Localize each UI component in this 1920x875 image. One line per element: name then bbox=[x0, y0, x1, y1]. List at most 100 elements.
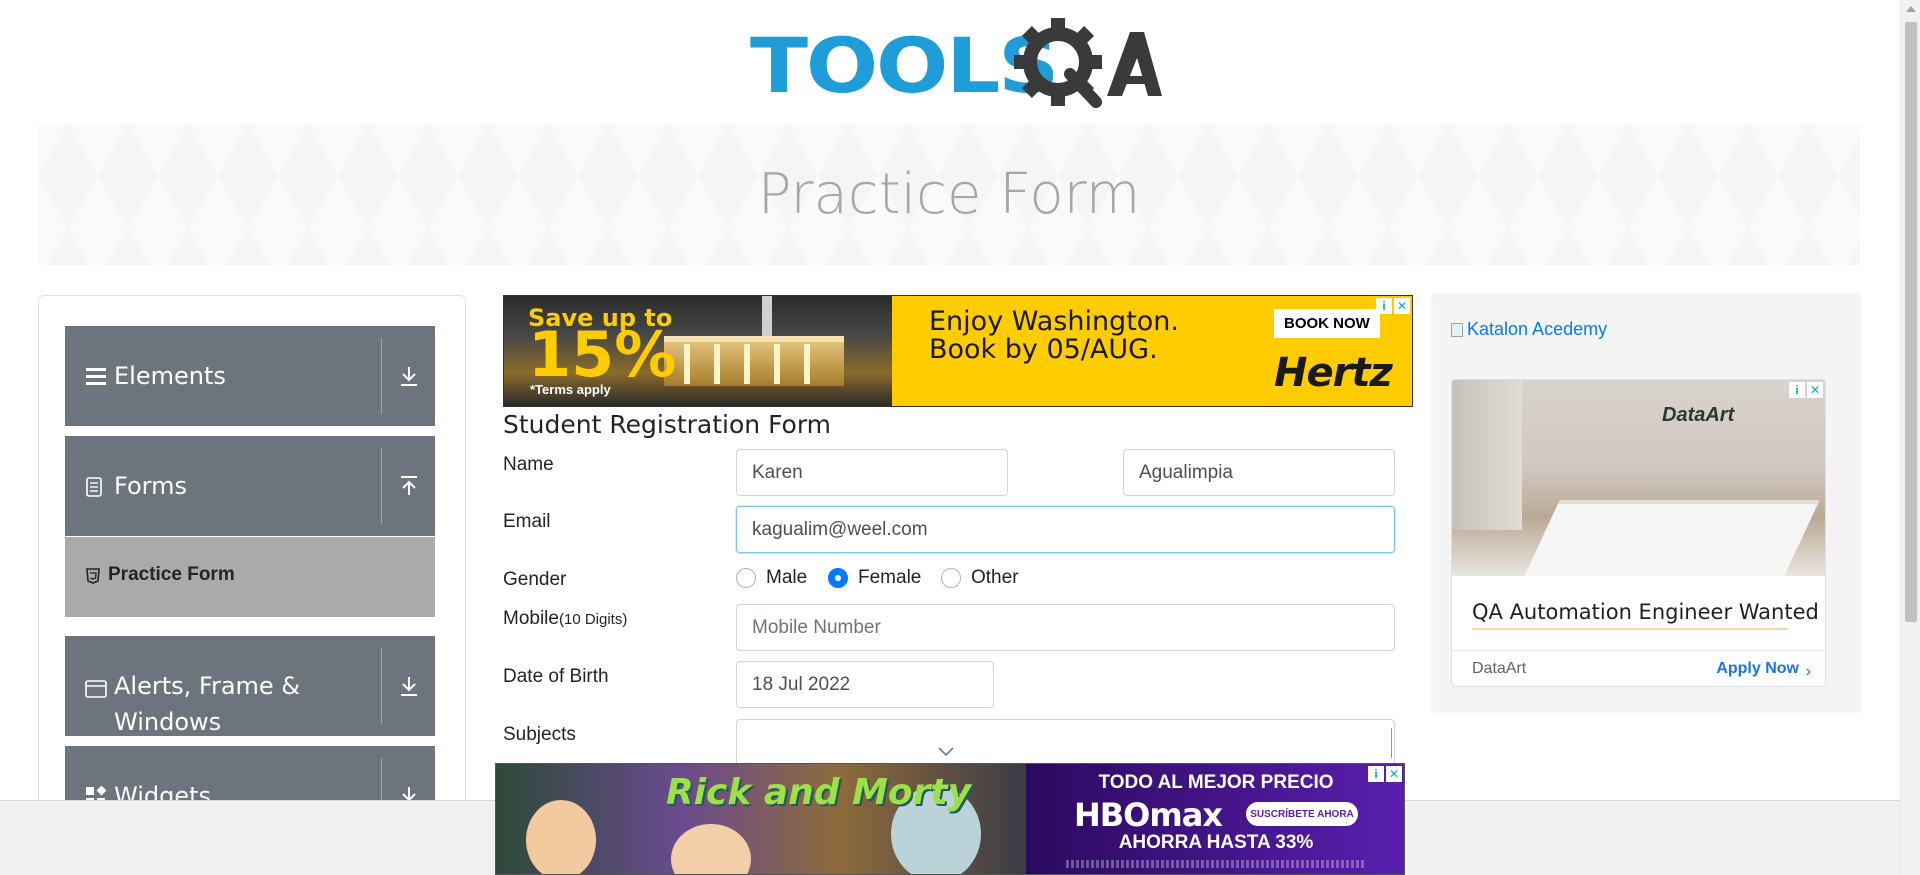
sidebar-item-practice-form[interactable]: Practice Form bbox=[65, 537, 435, 617]
radio-circle[interactable] bbox=[941, 568, 961, 588]
adchoices-icon[interactable]: i bbox=[1376, 298, 1392, 314]
date-of-birth-input[interactable]: 18 Jul 2022 bbox=[736, 661, 994, 708]
ad-hbomax-panel: TODO AL MEJOR PRECIO HBOmax SUSCRÍBETE A… bbox=[1026, 764, 1404, 874]
page-title: Practice Form bbox=[757, 162, 1141, 227]
sidebar-group-label: Elements bbox=[114, 362, 226, 390]
dataart-ad-card[interactable]: DataArt i ✕ QA Automation Engineer Wante… bbox=[1451, 379, 1826, 687]
gender-radio-female[interactable]: Female bbox=[828, 567, 921, 589]
hertz-ad-banner[interactable]: Save up to 15% *Terms apply Enjoy Washin… bbox=[503, 295, 1413, 407]
ad-photo-logo: DataArt bbox=[1662, 404, 1735, 426]
sidebar-group-label: Alerts, Frame & Windows bbox=[114, 672, 301, 736]
sidebar-item-label: Practice Form bbox=[108, 564, 235, 585]
ad-character bbox=[526, 800, 596, 874]
right-ad-column: Katalon Acedemy DataArt i ✕ QA Automatio… bbox=[1433, 295, 1860, 711]
upload-icon[interactable] bbox=[397, 474, 421, 498]
page-scrollbar[interactable] bbox=[1900, 0, 1920, 875]
ad-character bbox=[671, 824, 751, 874]
gender-radio-other[interactable]: Other bbox=[941, 567, 1019, 589]
gender-radio-male[interactable]: Male bbox=[736, 567, 807, 589]
scroll-up-arrow-icon[interactable] bbox=[1906, 6, 1916, 12]
email-input[interactable]: kagualim@weel.com bbox=[736, 506, 1395, 553]
dob-label: Date of Birth bbox=[503, 666, 609, 687]
last-name-input[interactable]: Agualimpia bbox=[1123, 449, 1395, 496]
group-divider bbox=[381, 338, 382, 414]
ad-column bbox=[774, 344, 780, 384]
subjects-input[interactable] bbox=[736, 719, 1395, 769]
ad-rick-and-morty-art: Rick and Morty bbox=[496, 764, 1026, 874]
katalon-academy-link[interactable]: Katalon Acedemy bbox=[1451, 319, 1607, 340]
ad-column bbox=[804, 344, 810, 384]
close-icon[interactable]: ✕ bbox=[1386, 766, 1402, 782]
ad-column bbox=[744, 344, 750, 384]
chevron-down-icon[interactable] bbox=[937, 746, 955, 758]
mobile-label-hint: (10 Digits) bbox=[558, 611, 628, 628]
adchoices-icon[interactable]: i bbox=[1368, 766, 1384, 782]
mobile-label: Mobile(10 Digits) bbox=[503, 608, 627, 630]
ad-headline: Enjoy Washington. Book by 05/AUG. bbox=[929, 306, 1180, 365]
html5-icon bbox=[86, 568, 100, 584]
gender-label: Gender bbox=[503, 569, 567, 590]
hbomax-ad-banner[interactable]: Rick and Morty TODO AL MEJOR PRECIO HBOm… bbox=[495, 763, 1405, 875]
close-icon[interactable]: ✕ bbox=[1394, 298, 1410, 314]
ad-photo-window bbox=[1452, 380, 1522, 530]
subjects-divider bbox=[1391, 728, 1392, 758]
ad-subscribe-button[interactable]: SUSCRÍBETE AHORA bbox=[1246, 802, 1358, 826]
left-sidebar: Elements Forms Practice Form Alerts, Fra… bbox=[38, 295, 466, 875]
toolsqa-logo[interactable]: TOOLS bbox=[750, 18, 1162, 114]
broken-image-icon bbox=[1451, 322, 1463, 337]
form-title: Student Registration Form bbox=[503, 410, 832, 439]
ad-controls: i ✕ bbox=[1789, 382, 1823, 398]
ad-terms: *Terms apply bbox=[530, 382, 611, 397]
ad-card-headline[interactable]: QA Automation Engineer Wanted bbox=[1472, 600, 1819, 624]
ad-advertiser: DataArt bbox=[1472, 660, 1527, 677]
email-label: Email bbox=[503, 511, 551, 532]
ad-memorial bbox=[664, 336, 844, 386]
ad-column bbox=[714, 344, 720, 384]
radio-circle-checked[interactable] bbox=[828, 568, 848, 588]
ad-brand-logo: Hertz bbox=[1274, 350, 1393, 396]
sidebar-group-label: Forms bbox=[114, 472, 187, 500]
radio-label: Female bbox=[858, 567, 922, 588]
ad-fine-print bbox=[1066, 860, 1366, 868]
first-name-input[interactable]: Karen bbox=[736, 449, 1008, 496]
close-icon[interactable]: ✕ bbox=[1807, 382, 1823, 398]
radio-circle[interactable] bbox=[736, 568, 756, 588]
scrollbar-thumb[interactable] bbox=[1905, 22, 1917, 622]
page-banner: Practice Form bbox=[38, 124, 1860, 265]
card-divider bbox=[1452, 650, 1825, 651]
group-divider bbox=[381, 648, 382, 724]
radio-label: Male bbox=[766, 567, 808, 588]
sidebar-group-elements[interactable]: Elements bbox=[65, 326, 435, 426]
download-icon[interactable] bbox=[397, 674, 421, 698]
apply-now-button[interactable]: Apply Now bbox=[1716, 660, 1799, 678]
ad-line-1: TODO AL MEJOR PRECIO bbox=[1098, 772, 1334, 793]
mobile-input[interactable]: Mobile Number bbox=[736, 604, 1395, 651]
ad-show-title: Rick and Morty bbox=[666, 772, 972, 813]
headline-underline bbox=[1472, 628, 1788, 630]
subjects-label: Subjects bbox=[503, 724, 576, 745]
logo-gear-qa-icon bbox=[1014, 18, 1162, 108]
sidebar-group-forms[interactable]: Forms bbox=[65, 436, 435, 536]
katalon-link-text[interactable]: Katalon Acedemy bbox=[1467, 319, 1607, 340]
name-label: Name bbox=[503, 454, 554, 475]
document-icon bbox=[86, 477, 102, 497]
window-icon bbox=[85, 680, 107, 698]
ad-book-now-button[interactable]: BOOK NOW bbox=[1274, 309, 1380, 338]
ad-line-2: AHORRA HASTA 33% bbox=[1118, 832, 1314, 853]
sidebar-group-alerts[interactable]: Alerts, Frame & Windows bbox=[65, 636, 435, 736]
chevron-right-icon[interactable]: › bbox=[1806, 663, 1811, 681]
ad-controls: i ✕ bbox=[1368, 766, 1402, 782]
mobile-label-text: Mobile bbox=[503, 608, 559, 629]
download-icon[interactable] bbox=[397, 364, 421, 388]
group-divider bbox=[381, 448, 382, 524]
ad-brand: HBOmax bbox=[1074, 796, 1223, 834]
menu-icon bbox=[86, 368, 106, 385]
ad-column bbox=[684, 344, 690, 384]
ad-controls: i ✕ bbox=[1376, 298, 1410, 314]
ad-office-photo: DataArt bbox=[1452, 380, 1825, 576]
radio-label: Other bbox=[971, 567, 1019, 588]
ad-percent: 15% bbox=[528, 318, 677, 391]
adchoices-icon[interactable]: i bbox=[1789, 382, 1805, 398]
ad-photo-washington: Save up to 15% *Terms apply bbox=[504, 296, 892, 406]
ad-photo-desk bbox=[1524, 500, 1820, 576]
